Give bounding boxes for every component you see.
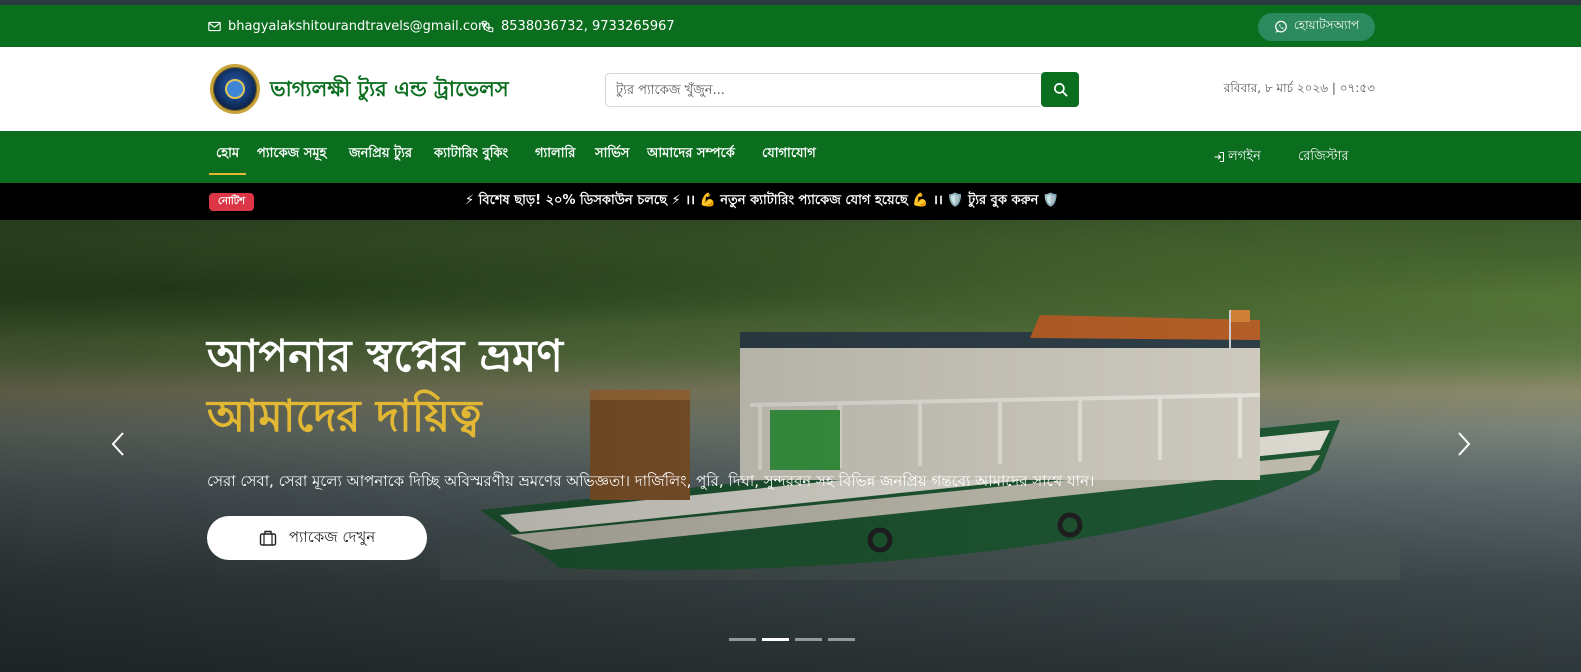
- login-icon: [1214, 151, 1225, 163]
- carousel-indicator-4[interactable]: [828, 638, 855, 641]
- date-time: রবিবার, ৮ মার্চ ২০২৬ | ০৭:৫৩: [1223, 81, 1375, 95]
- carousel-indicator-3[interactable]: [795, 638, 822, 641]
- search-icon: [1053, 83, 1067, 97]
- chevron-left-icon[interactable]: [108, 430, 128, 458]
- nav-item-contact[interactable]: যোগাযোগ: [762, 131, 816, 183]
- hero-description: সেরা সেবা, সেরা মূল্যে আপনাকে দিচ্ছি অবি…: [207, 472, 1095, 490]
- email-contact[interactable]: bhagyalakshitourandtravels@gmail.com: [208, 5, 491, 47]
- logo-globe-icon: [225, 79, 245, 99]
- notice-ticker-text: ⚡ বিশেষ ছাড়! ২০% ডিসকাউন চলছে ⚡ ।। 💪 নত…: [465, 193, 1060, 208]
- nav-item-popular-tours[interactable]: জনপ্রিয় ট্যুর: [349, 131, 412, 183]
- whatsapp-icon: [1275, 20, 1287, 33]
- login-link[interactable]: লগইন: [1213, 131, 1261, 183]
- register-label: রেজিস্টার: [1298, 148, 1349, 164]
- site-logo[interactable]: [210, 64, 260, 114]
- carousel-indicator-1[interactable]: [729, 638, 756, 641]
- nav-item-about[interactable]: আমাদের সম্পর্কে: [647, 131, 735, 183]
- register-link[interactable]: রেজিস্টার: [1298, 131, 1349, 183]
- carousel-indicators: [729, 638, 855, 641]
- nav-item-home[interactable]: হোম: [208, 131, 247, 183]
- brand-name[interactable]: ভাগ্যলক্ষী ট্যুর এন্ড ট্রাভেলস: [270, 73, 509, 108]
- notice-badge: নোটিশ: [209, 193, 254, 211]
- nav-item-packages[interactable]: প্যাকেজ সমূহ: [257, 131, 326, 183]
- nav-item-gallery[interactable]: গ্যালারি: [535, 131, 575, 183]
- hero-title-line2: আমাদের দায়িত্ব: [207, 391, 482, 442]
- chevron-right-icon[interactable]: [1454, 430, 1474, 458]
- login-label: লগইন: [1228, 148, 1261, 164]
- whatsapp-label: হোয়াটসঅ্যাপ: [1293, 18, 1360, 32]
- notice-bar: নোটিশ ⚡ বিশেষ ছাড়! ২০% ডিসকাউন চলছে ⚡ ।…: [0, 183, 1581, 220]
- search-bar: [605, 72, 1081, 107]
- phone-contact[interactable]: 8538036732, 9733265967: [481, 5, 675, 47]
- search-button[interactable]: [1041, 72, 1079, 107]
- nav-item-services[interactable]: সার্ভিস: [595, 131, 629, 183]
- hero-carousel: আপনার স্বপ্নের ভ্রমণ আমাদের দায়িত্ব সের…: [0, 220, 1581, 672]
- carousel-indicator-2[interactable]: [762, 638, 789, 641]
- main-navigation: হোম প্যাকেজ সমূহ জনপ্রিয় ট্যুর ক্যাটারি…: [0, 131, 1581, 183]
- cta-label: প্যাকেজ দেখুন: [288, 527, 376, 546]
- phone-text: 8538036732, 9733265967: [501, 18, 675, 34]
- email-text: bhagyalakshitourandtravels@gmail.com: [228, 18, 491, 34]
- view-packages-button[interactable]: প্যাকেজ দেখুন: [207, 516, 427, 560]
- nav-item-catering-booking[interactable]: ক্যাটারিং বুকিং: [434, 131, 508, 183]
- site-header: ভাগ্যলক্ষী ট্যুর এন্ড ট্রাভেলস রবিবার, ৮…: [0, 47, 1581, 131]
- briefcase-icon: [259, 530, 277, 546]
- phone-icon: [481, 20, 494, 32]
- top-contact-bar: bhagyalakshitourandtravels@gmail.com 853…: [0, 5, 1581, 47]
- whatsapp-button[interactable]: হোয়াটসঅ্যাপ: [1258, 13, 1375, 41]
- envelope-icon: [208, 21, 221, 31]
- search-input[interactable]: [605, 73, 1041, 107]
